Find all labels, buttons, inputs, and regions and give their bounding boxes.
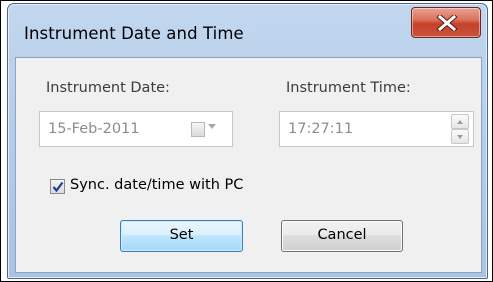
window-title: Instrument Date and Time xyxy=(24,24,244,43)
dialog-client-area: Instrument Date: Instrument Time: 15-Feb… xyxy=(15,57,482,273)
calendar-icon[interactable] xyxy=(191,122,205,137)
dialog-window: Instrument Date and Time Instrument Date… xyxy=(7,3,488,279)
checkmark-icon xyxy=(52,181,64,193)
chevron-down-icon[interactable] xyxy=(208,124,216,129)
instrument-date-picker[interactable]: 15-Feb-2011 xyxy=(39,111,233,147)
set-button[interactable]: Set xyxy=(120,220,243,252)
time-spin-down-button[interactable] xyxy=(451,129,469,144)
instrument-date-value: 15-Feb-2011 xyxy=(48,121,140,137)
instrument-time-value: 17:27:11 xyxy=(288,121,354,137)
close-button[interactable] xyxy=(411,7,481,38)
instrument-time-field[interactable]: 17:27:11 xyxy=(279,111,474,147)
instrument-time-label: Instrument Time: xyxy=(286,80,411,96)
sync-pc-label[interactable]: Sync. date/time with PC xyxy=(70,177,243,193)
sync-pc-checkbox[interactable] xyxy=(50,179,65,194)
time-spin-up-button[interactable] xyxy=(451,114,469,129)
screenshot-frame: Instrument Date and Time Instrument Date… xyxy=(0,0,493,282)
instrument-date-label: Instrument Date: xyxy=(46,80,170,96)
spin-down-icon xyxy=(457,135,463,139)
close-icon xyxy=(436,15,458,31)
cancel-button[interactable]: Cancel xyxy=(281,220,403,252)
spin-up-icon xyxy=(457,120,463,124)
